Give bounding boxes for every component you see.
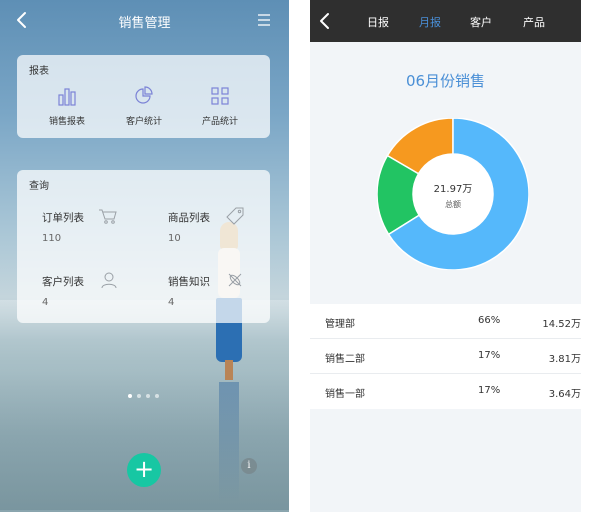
dept-percent: 17% <box>478 385 501 396</box>
tab-monthly[interactable]: 月报 <box>419 14 441 30</box>
background-sea-shadow <box>0 370 289 510</box>
sales-knowledge-count: 4 <box>168 297 175 308</box>
navigation-bar: 销售管理 <box>0 0 289 40</box>
info-icon[interactable]: i <box>241 458 257 474</box>
page-dot[interactable] <box>155 394 159 398</box>
order-list-count: 110 <box>42 233 62 244</box>
knowledge-icon <box>228 273 242 287</box>
sales-report-label: 销售报表 <box>48 117 85 127</box>
dept-amount: 3.81万 <box>548 354 581 365</box>
dept-name: 管理部 <box>325 319 355 330</box>
menu-icon[interactable] <box>256 12 272 28</box>
tag-icon <box>226 207 244 225</box>
background-reflection <box>219 382 239 502</box>
order-list-item[interactable]: 订单列表 110 <box>42 209 162 260</box>
tab-daily[interactable]: 日报 <box>367 14 389 30</box>
customer-stats-label: 客户统计 <box>125 117 162 127</box>
add-button[interactable]: + <box>127 453 161 487</box>
dept-name: 销售一部 <box>325 389 365 400</box>
customer-list-count: 4 <box>42 297 49 308</box>
sales-breakdown-table: 管理部 66% 14.52万 销售二部 17% 3.81万 销售一部 17% 3… <box>310 304 581 409</box>
dept-percent: 66% <box>478 315 501 326</box>
customer-list-label: 客户列表 <box>42 276 84 288</box>
product-list-item[interactable]: 商品列表 10 <box>168 207 288 260</box>
donut-center-label: 总额 <box>445 199 461 209</box>
shopping-cart-icon <box>99 209 117 224</box>
product-stats-button[interactable]: 产品统计 <box>178 85 262 127</box>
dept-amount: 14.52万 <box>542 319 581 330</box>
query-card: 查询 订单列表 110 商品列表 10 客户列表 4 销售知识 4 <box>17 170 270 323</box>
table-row[interactable]: 管理部 66% 14.52万 <box>310 304 581 339</box>
tab-customer[interactable]: 客户 <box>470 14 492 30</box>
product-list-label: 商品列表 <box>168 212 210 224</box>
report-card-title: 报表 <box>29 66 49 77</box>
tab-product[interactable]: 产品 <box>523 14 545 30</box>
query-card-title: 查询 <box>29 181 49 192</box>
sales-knowledge-label: 销售知识 <box>168 276 210 288</box>
product-stats-label: 产品统计 <box>201 117 238 127</box>
monthly-report-screen: 日报 月报 客户 产品 06月份销售 21.97万 总额 管理部 66% 14.… <box>310 0 581 512</box>
donut-center-value: 21.97万 <box>434 184 473 195</box>
user-icon <box>101 272 117 289</box>
back-icon[interactable] <box>315 11 335 31</box>
sales-knowledge-item[interactable]: 销售知识 4 <box>168 273 288 324</box>
sales-report-button[interactable]: 销售报表 <box>25 85 109 127</box>
dept-amount: 3.64万 <box>548 389 581 400</box>
sales-donut-chart: 21.97万 总额 <box>377 118 529 270</box>
page-dot[interactable] <box>137 394 141 398</box>
table-row[interactable]: 销售一部 17% 3.64万 <box>310 374 581 409</box>
screenshot-stage: 销售管理 报表 销售报表 客户统计 产品统计 查询 订单列表 110 商品列表 … <box>0 0 600 529</box>
dept-name: 销售二部 <box>325 354 365 365</box>
report-card: 报表 销售报表 客户统计 产品统计 <box>17 55 270 138</box>
sales-management-screen: 销售管理 报表 销售报表 客户统计 产品统计 查询 订单列表 110 商品列表 … <box>0 0 289 512</box>
order-list-label: 订单列表 <box>42 212 84 224</box>
pie-chart-icon <box>135 86 153 104</box>
table-row[interactable]: 销售二部 17% 3.81万 <box>310 339 581 374</box>
customer-stats-button[interactable]: 客户统计 <box>102 85 186 127</box>
grid-icon <box>211 87 229 105</box>
product-list-count: 10 <box>168 233 181 244</box>
report-navigation-bar: 日报 月报 客户 产品 <box>310 0 581 42</box>
page-title: 销售管理 <box>118 16 171 31</box>
page-dot-active[interactable] <box>128 394 132 398</box>
page-dot[interactable] <box>146 394 150 398</box>
page-indicator <box>128 394 168 400</box>
customer-list-item[interactable]: 客户列表 4 <box>42 272 162 324</box>
bar-chart-icon <box>58 88 76 106</box>
chart-title: 06月份销售 <box>405 72 486 90</box>
dept-percent: 17% <box>478 350 501 361</box>
